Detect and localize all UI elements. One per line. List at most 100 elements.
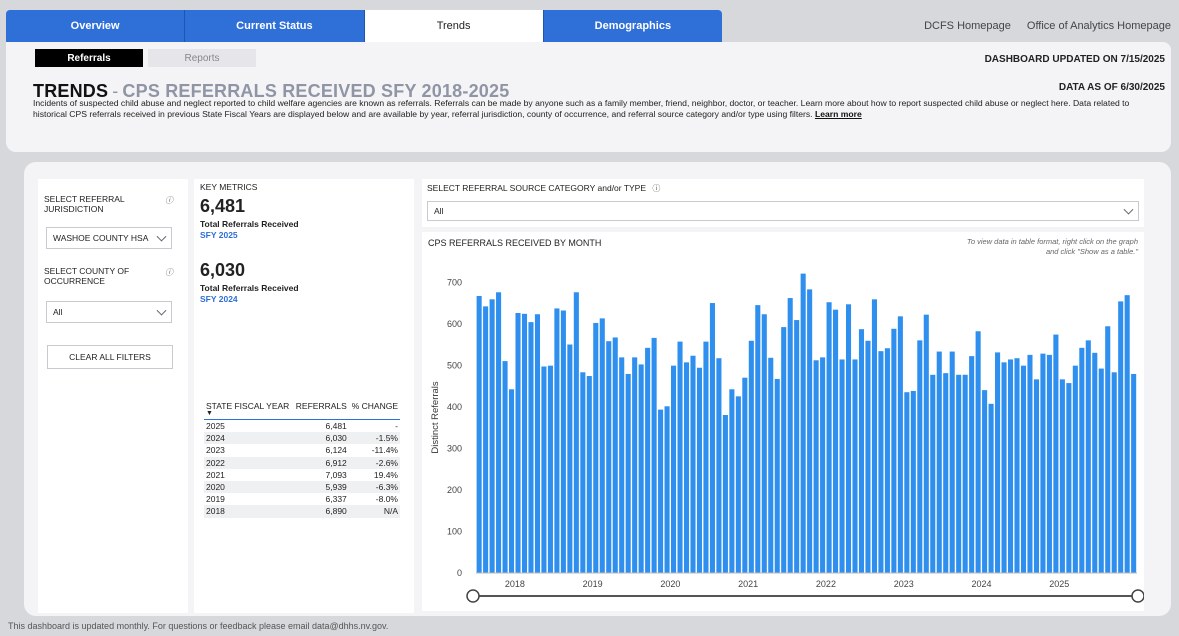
bar [904,392,910,573]
source-info-icon[interactable]: ⓘ [652,184,660,193]
col-header-referrals[interactable]: REFERRALS [292,401,349,420]
learn-more-link[interactable]: Learn more [815,109,862,119]
data-as-of-date: DATA AS OF 6/30/2025 [1058,82,1165,93]
bar [891,328,897,573]
county-dropdown[interactable]: All [46,301,172,323]
kpi-sfy2025-value: 6,481 [200,196,246,216]
bar [599,318,605,573]
bar [1131,373,1137,573]
y-tick-label: 700 [447,278,462,288]
y-tick-label: 0 [457,568,462,578]
bar [1085,340,1091,573]
clear-all-filters-button[interactable]: CLEAR ALL FILTERS [47,345,173,369]
bar [833,309,839,573]
cell-referrals: 6,481 [325,421,347,431]
bar [1014,358,1020,573]
cell-sfy: 2018 [204,505,293,518]
bar [865,340,871,573]
bar [528,322,534,573]
bar [580,372,586,573]
jurisdiction-dropdown[interactable]: WASHOE COUNTY HSA [46,227,172,249]
tab-overview[interactable]: Overview [6,10,186,42]
source-dropdown[interactable]: All [427,201,1139,221]
x-tick-label: 2024 [971,579,991,589]
y-tick-label: 200 [447,485,462,495]
referrals-by-month-chart[interactable]: 0 100 200 300 400 500 600 700 Distinct Referrals… [422,232,1144,611]
bar [1124,295,1130,573]
county-label: SELECT COUNTY OF OCCURRENCE [44,266,130,286]
bar [748,340,754,573]
bar [1072,365,1078,573]
page-description: Incidents of suspected child abuse and n… [33,98,1161,119]
bar [638,364,644,573]
bar [768,357,774,573]
x-tick-label: 2020 [660,579,680,589]
col-header-pct-change[interactable]: % CHANGE [348,401,400,420]
y-tick-label: 400 [447,402,462,412]
bar [509,389,515,573]
sfy-referrals-table: STATE FISCAL YEAR ▼ REFERRALS % CHANGE 20… [204,401,400,518]
col-header-sfy-label: STATE FISCAL YEAR [206,401,290,411]
bar [962,374,968,573]
bar [949,351,955,573]
key-metrics-panel: KEY METRICS 6,481 Total Referrals Receiv… [194,179,414,613]
kpi-sfy2025-year: SFY 2025 [200,230,238,240]
description-text: Incidents of suspected child abuse and n… [33,98,1130,119]
col-header-sfy[interactable]: STATE FISCAL YEAR ▼ [204,401,293,420]
cell-sfy: 2019 [206,494,225,505]
bar [483,306,489,573]
x-tick-label: 2021 [738,579,758,589]
x-tick-label: 2018 [505,579,525,589]
subtab-referrals[interactable]: Referrals [35,49,143,67]
bar [515,313,521,573]
chart-hint-line2: and click "Show as a table." [1045,247,1138,256]
kpi-sfy2025-label: Total Referrals Received [200,219,299,229]
bar [852,359,858,573]
tab-trends[interactable]: Trends [364,10,544,42]
jurisdiction-label: SELECT REFERRAL JURISDICTION [44,194,125,214]
bar [671,365,677,573]
county-info-icon[interactable]: ⓘ [165,267,173,278]
bar [956,374,962,573]
kpi-sfy2024-year: SFY 2024 [200,294,238,304]
subtab-reports[interactable]: Reports [148,49,256,67]
bar [742,377,748,573]
tab-demographics[interactable]: Demographics [543,10,722,42]
cell-pct-change: -2.6% [348,456,400,469]
bar [943,373,949,573]
range-slider-end-handle[interactable] [1131,589,1144,603]
bar [1111,372,1117,573]
range-slider-start-handle[interactable] [466,589,480,603]
dcfs-homepage-link[interactable]: DCFS Homepage [924,20,1011,32]
table-row: 2024 6,030 -1.5% [204,432,400,445]
bar [632,357,638,573]
bar [755,305,761,573]
source-filter-label: SELECT REFERRAL SOURCE CATEGORY and/or T… [427,183,660,194]
y-tick-label: 600 [447,319,462,329]
table-row: 2019 6,337 -8.0% [204,493,400,505]
dashboard-updated-date: DASHBOARD UPDATED ON 7/15/2025 [984,54,1165,65]
bar [897,316,903,573]
tab-current-status[interactable]: Current Status [185,10,365,42]
cell-sfy: 2020 [204,481,293,494]
cell-sfy: 2022 [204,456,293,469]
bar [1046,354,1052,573]
jurisdiction-info-icon[interactable]: ⓘ [165,195,173,206]
kpi-sfy2024-value: 6,030 [200,260,246,280]
cell-sfy: 2025 [206,421,225,431]
cell-sfy: 2023 [206,445,225,456]
y-axis-label: Distinct Referrals [430,381,441,454]
cell-referrals: 6,337 [325,494,347,505]
bar [521,313,528,573]
bar [683,362,690,573]
cell-pct-change: -8.0% [375,494,398,505]
bar [774,378,780,573]
table-header-row: STATE FISCAL YEAR ▼ REFERRALS % CHANGE [204,401,400,420]
x-tick-label: 2025 [1049,579,1069,589]
cell-pct-change: -1.5% [348,432,400,445]
main-panel: SELECT REFERRAL JURISDICTION ⓘ WASHOE CO… [24,162,1171,616]
cell-referrals: 7,093 [325,469,347,480]
analytics-homepage-link[interactable]: Office of Analytics Homepage [1027,20,1171,32]
bar [593,322,599,573]
bar [982,390,988,573]
